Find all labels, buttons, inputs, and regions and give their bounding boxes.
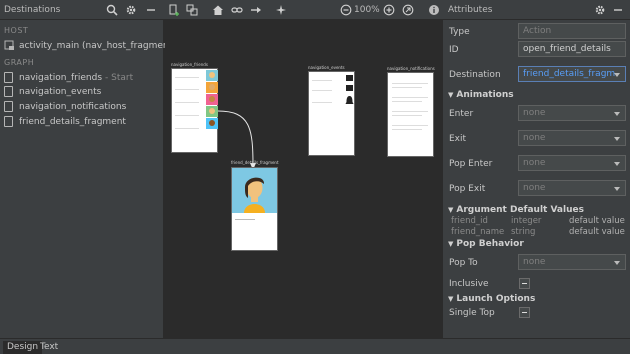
fragment-icon — [4, 72, 13, 83]
navigation-graph-canvas[interactable]: navigation_friends navigation_events nav — [165, 20, 441, 338]
event-icons — [345, 75, 354, 104]
screen-label-notifications: navigation_notifications — [387, 66, 435, 71]
graph-item-label: navigation_events — [19, 86, 102, 97]
graph-item-navigation-events[interactable]: navigation_events — [4, 85, 101, 98]
argument-defaults-header[interactable]: ▼ Argument Default Values — [448, 205, 584, 215]
nested-graph-icon[interactable] — [186, 4, 198, 16]
info-icon[interactable] — [428, 4, 440, 16]
minimize-icon[interactable] — [145, 4, 157, 16]
deep-link-icon[interactable] — [231, 4, 243, 16]
collapse-triangle-icon: ▼ — [448, 91, 454, 99]
host-item[interactable]: activity_main (nav_host_fragment) — [4, 39, 176, 52]
friend-portrait — [232, 168, 277, 213]
pop-enter-label: Pop Enter — [449, 159, 493, 169]
zoom-in-icon[interactable] — [383, 4, 395, 16]
exit-dropdown[interactable]: none — [518, 130, 626, 146]
action-arrow-icon[interactable] — [250, 4, 262, 16]
destinations-panel: HOST activity_main (nav_host_fragment) G… — [0, 20, 176, 338]
type-field: Action — [518, 23, 626, 39]
collapse-triangle-icon: ▼ — [448, 240, 454, 248]
screen-label-friend-details: friend_details_fragment — [231, 160, 279, 165]
fragment-icon — [4, 86, 13, 97]
type-label: Type — [449, 27, 470, 37]
graph-item-label: navigation_friends — [19, 72, 103, 83]
enter-label: Enter — [449, 109, 474, 119]
id-field[interactable]: open_friend_details — [518, 41, 626, 57]
home-icon[interactable] — [212, 4, 224, 16]
graph-item-friend-details-fragment[interactable]: friend_details_fragment — [4, 115, 126, 128]
destinations-title: Destinations — [4, 5, 61, 15]
pop-behavior-header[interactable]: ▼ Pop Behavior — [448, 239, 524, 249]
host-item-label: activity_main (nav_host_fragment) — [19, 40, 176, 51]
collapse-triangle-icon: ▼ — [448, 206, 454, 214]
id-label: ID — [449, 45, 459, 55]
screen-navigation-events[interactable] — [308, 71, 355, 156]
screen-navigation-notifications[interactable] — [387, 72, 434, 157]
pop-to-dropdown[interactable]: none — [518, 254, 626, 270]
zoom-out-icon[interactable] — [340, 4, 352, 16]
graph-item-label: navigation_notifications — [19, 101, 127, 112]
top-toolbar: Destinations 100% Attributes — [0, 0, 630, 20]
new-destination-icon[interactable] — [168, 4, 180, 16]
attributes-panel: Type Action ID open_friend_details Desti… — [442, 20, 630, 338]
destination-dropdown[interactable]: friend_details_fragm — [518, 66, 626, 82]
collapse-triangle-icon: ▼ — [448, 295, 454, 303]
arg-row-friend-id[interactable]: friend_id integer default value — [451, 216, 625, 226]
fragment-icon — [4, 101, 13, 112]
graph-header: GRAPH — [4, 58, 35, 67]
search-icon[interactable] — [106, 4, 118, 16]
pop-to-label: Pop To — [449, 258, 478, 268]
inclusive-label: Inclusive — [449, 279, 489, 289]
screen-label-events: navigation_events — [308, 65, 345, 70]
zoom-to-fit-icon[interactable] — [402, 4, 414, 16]
fragment-icon — [4, 116, 13, 127]
launch-options-header[interactable]: ▼ Launch Options — [448, 294, 535, 304]
enter-dropdown[interactable]: none — [518, 105, 626, 121]
inclusive-checkbox[interactable] — [519, 278, 530, 289]
start-marker: - Start — [105, 72, 134, 83]
graph-item-navigation-notifications[interactable]: navigation_notifications — [4, 100, 126, 113]
pop-exit-dropdown[interactable]: none — [518, 180, 626, 196]
arg-row-friend-name[interactable]: friend_name string default value — [451, 227, 625, 237]
screen-friend-details-fragment[interactable] — [231, 167, 278, 251]
pop-exit-label: Pop Exit — [449, 184, 486, 194]
attributes-title: Attributes — [448, 5, 493, 15]
host-icon — [4, 40, 14, 50]
single-top-label: Single Top — [449, 308, 495, 318]
auto-arrange-icon[interactable] — [275, 4, 287, 16]
single-top-checkbox[interactable] — [519, 307, 530, 318]
attributes-minimize-icon[interactable] — [612, 4, 624, 16]
pop-enter-dropdown[interactable]: none — [518, 155, 626, 171]
screen-navigation-friends[interactable] — [171, 68, 218, 153]
gear-icon[interactable] — [125, 4, 137, 16]
graph-item-navigation-friends[interactable]: navigation_friends - Start — [4, 71, 133, 84]
tab-text[interactable]: Text — [36, 341, 62, 354]
exit-label: Exit — [449, 134, 467, 144]
zoom-level: 100% — [354, 5, 380, 15]
bottom-tab-bar: Design Text — [0, 338, 630, 354]
attributes-gear-icon[interactable] — [594, 4, 606, 16]
host-header: HOST — [4, 26, 29, 35]
graph-item-label: friend_details_fragment — [19, 116, 126, 127]
screen-label-friends: navigation_friends — [171, 62, 208, 67]
animations-header[interactable]: ▼ Animations — [448, 90, 514, 100]
destination-label: Destination — [449, 70, 501, 80]
